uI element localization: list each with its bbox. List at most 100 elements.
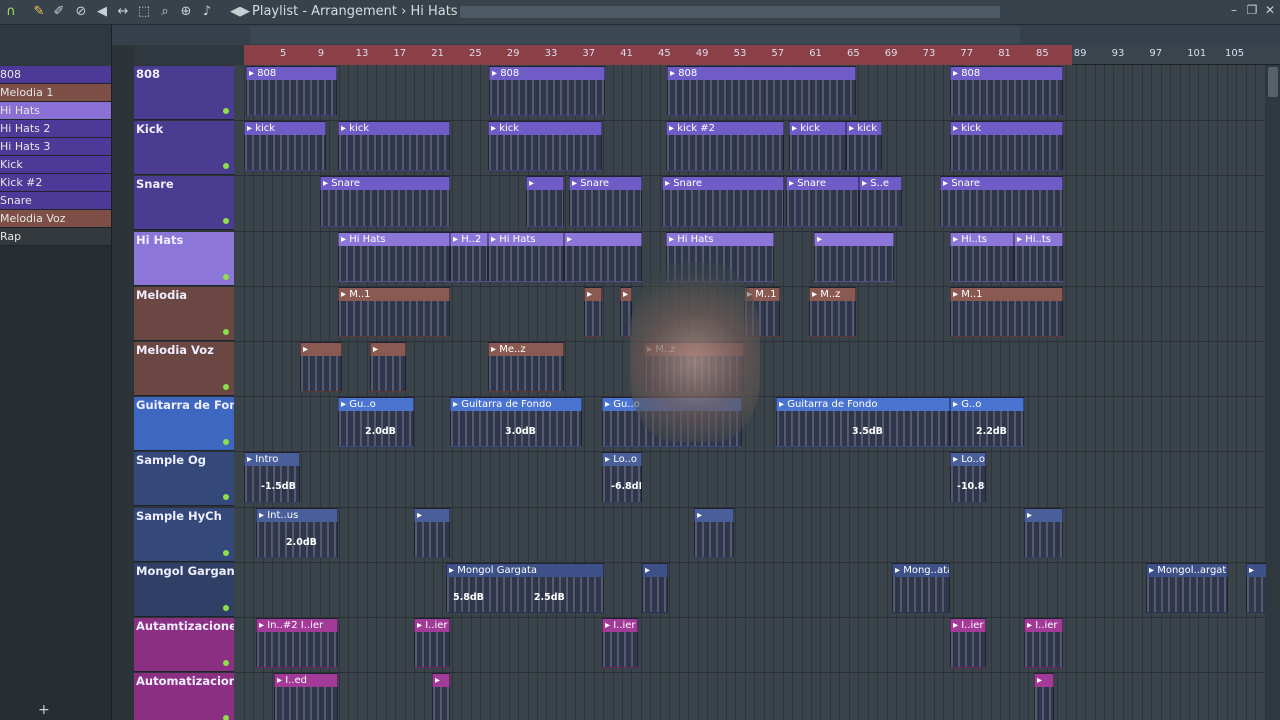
playlist-clip[interactable]: ▸ Gu..o 2.0dB — [338, 397, 414, 448]
track-header[interactable]: Kick — [134, 121, 234, 176]
playlist-clip[interactable]: ▸ — [642, 562, 668, 613]
picker-item[interactable]: Melodia Voz — [0, 210, 111, 228]
paint-icon[interactable]: ✐ — [50, 3, 68, 21]
picker-item[interactable]: Kick #2 — [0, 174, 111, 192]
playlist-clip[interactable]: ▸ Hi..ts — [950, 231, 1014, 282]
playlist-clip[interactable]: ▸ M..z — [809, 286, 856, 337]
minimize-button[interactable]: – — [1226, 3, 1242, 19]
maximize-button[interactable]: ❐ — [1244, 3, 1260, 19]
track-header[interactable]: Automatizaciones — [134, 673, 252, 720]
playlist-clip[interactable]: ▸ Hi Hats — [338, 231, 450, 282]
track-header[interactable]: Autamtizaciones Vol — [134, 618, 268, 672]
playlist-clip[interactable]: ▸ Lo..o -6.8dB — [602, 452, 642, 503]
track-active-led[interactable] — [223, 384, 229, 390]
playlist-clip[interactable]: ▸ M..1 — [950, 286, 1063, 337]
playlist-clip[interactable]: ▸ kick — [488, 121, 602, 172]
playlist-clip[interactable]: ▸ — [694, 507, 734, 558]
picker-item[interactable]: Hi Hats 2 — [0, 120, 111, 138]
track-active-led[interactable] — [223, 660, 229, 666]
vertical-scrollbar[interactable] — [1266, 65, 1280, 720]
playlist-clip[interactable]: ▸ — [432, 673, 450, 720]
playlist-clip[interactable]: ▸ kick — [789, 121, 846, 172]
playlist-clip[interactable]: ▸ Snare — [662, 176, 784, 227]
playlist-clip[interactable]: ▸ G..o 2.2dB — [950, 397, 1024, 448]
playlist-clip[interactable]: ▸ kick — [846, 121, 882, 172]
playlist-clip[interactable]: ▸ M..1 — [338, 286, 450, 337]
picker-item[interactable]: 808 — [0, 66, 111, 84]
track-active-led[interactable] — [223, 163, 229, 170]
playlist-clip[interactable]: ▸ Snare — [940, 176, 1063, 227]
playlist-clip[interactable]: ▸ — [370, 342, 406, 393]
track-active-led[interactable] — [223, 494, 229, 501]
magnet-icon[interactable]: ∩ — [2, 3, 20, 21]
playlist-clip[interactable]: ▸ Snare — [569, 176, 642, 227]
playlist-clip[interactable]: ▸ — [414, 507, 450, 558]
playlist-clip[interactable]: ▸ 808 — [489, 66, 605, 117]
timeline-ruler[interactable]: 5 9 13 17 21 25 29 33 37 41 45 49 53 57 61 65 69 73 77 81 85… — [244, 45, 1280, 65]
track-header[interactable]: Melodia — [134, 286, 234, 341]
overview-strip[interactable] — [250, 26, 1020, 44]
speaker-icon[interactable]: ♪ — [198, 3, 216, 21]
playlist-clip[interactable]: ▸ — [1024, 507, 1063, 558]
track-active-led[interactable] — [223, 108, 229, 114]
playlist-clip[interactable]: ▸ H..2 — [450, 231, 488, 282]
playlist-clip[interactable]: ▸ — [584, 286, 602, 337]
playlist-clip[interactable]: ▸ 808 — [950, 66, 1063, 117]
playlist-clip[interactable]: ▸ Intro -1.5dB — [244, 452, 300, 503]
track-active-led[interactable] — [223, 604, 229, 611]
playlist-clip[interactable]: ▸ S..e — [859, 176, 902, 227]
playlist-clip[interactable]: ▸ kick #2 — [666, 121, 784, 172]
playlist-clip[interactable]: ▸ — [1034, 673, 1054, 720]
playlist-clip[interactable]: ▸ kick — [244, 121, 326, 172]
track-active-led[interactable] — [223, 218, 229, 225]
track-header[interactable]: Snare — [134, 176, 234, 231]
playlist-clip[interactable]: ▸ Int..us 2.0dB — [256, 507, 338, 558]
playlist-clip[interactable]: ▸ Mongol..argata — [1146, 562, 1228, 613]
playlist-clip[interactable]: ▸ Snare — [320, 176, 450, 227]
playlist-clip[interactable]: ▸ 808 — [667, 66, 856, 117]
playlist-clip[interactable]: ▸ — [814, 231, 894, 282]
track-active-led[interactable] — [223, 273, 229, 280]
overview-bar[interactable] — [460, 6, 1000, 18]
playlist-clip[interactable]: ▸ — [1246, 562, 1268, 613]
playlist-clip[interactable]: ▸ Me..z — [488, 342, 564, 393]
playlist-clip[interactable]: ▸ Hi..ts — [1014, 231, 1063, 282]
playlist-clip[interactable]: ▸ 808 — [246, 66, 337, 117]
picker-item[interactable]: Melodia 1 — [0, 84, 111, 102]
mute-icon[interactable]: ◀ — [93, 3, 111, 21]
slip-icon[interactable]: ↔ — [114, 3, 132, 21]
playlist-clip[interactable]: ▸ Guitarra de Fondo 3.5dB — [776, 397, 950, 448]
track-active-led[interactable] — [223, 439, 229, 446]
track-header[interactable]: Guitarra de Fondo — [134, 397, 254, 452]
playlist-clip[interactable]: ▸ — [300, 342, 342, 393]
close-button[interactable]: ✕ — [1262, 3, 1278, 19]
playlist-clip[interactable]: ▸ I..ed — [274, 673, 338, 720]
playlist-clip[interactable]: ▸ I..ier — [950, 618, 986, 669]
track-header[interactable]: 808 — [134, 66, 234, 120]
playlist-clip[interactable]: ▸ I..ier — [1024, 618, 1063, 669]
track-active-led[interactable] — [223, 328, 229, 335]
picker-item[interactable]: Kick — [0, 156, 111, 174]
picker-item[interactable]: Hi Hats — [0, 102, 111, 120]
scroll-thumb[interactable] — [1268, 67, 1278, 97]
track-header[interactable]: Melodia Voz — [134, 342, 234, 396]
playlist-clip[interactable]: ▸ I..ier — [414, 618, 450, 669]
track-header[interactable]: Mongol Garganta — [134, 562, 248, 617]
zoom-icon[interactable]: ⌕ — [156, 3, 174, 21]
track-header[interactable]: Hi Hats — [134, 231, 234, 286]
track-active-led[interactable] — [223, 549, 229, 556]
playlist-clip[interactable]: ▸ In..#2 I..ier — [256, 618, 338, 669]
pencil-icon[interactable]: ✎ — [30, 3, 48, 21]
playlist-clip[interactable]: ▸ Guitarra de Fondo 3.0dB — [450, 397, 582, 448]
playlist-clip[interactable]: ▸ I..ier — [602, 618, 638, 669]
playlist-clip[interactable]: ▸ kick — [950, 121, 1063, 172]
zoom-in-icon[interactable]: ⊕ — [177, 3, 195, 21]
track-header[interactable]: Sample HyCh — [134, 507, 234, 562]
picker-item[interactable]: Snare — [0, 192, 111, 210]
playlist-clip[interactable]: ▸ — [526, 176, 564, 227]
playlist-clip[interactable]: ▸ Hi Hats — [488, 231, 564, 282]
playlist-clip[interactable]: ▸ Snare — [786, 176, 859, 227]
delete-icon[interactable]: ⊘ — [72, 3, 90, 21]
add-track-icon[interactable]: + — [38, 702, 50, 718]
picker-item[interactable]: Rap — [0, 228, 111, 246]
